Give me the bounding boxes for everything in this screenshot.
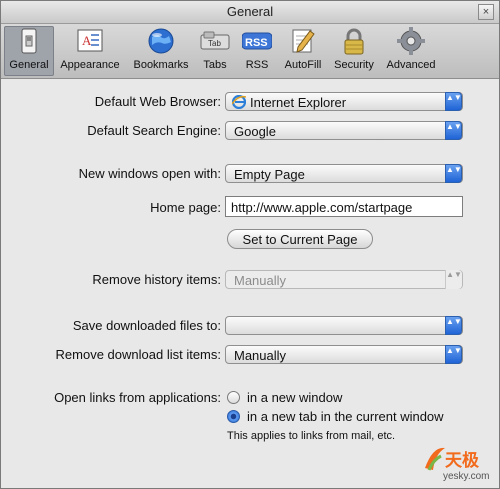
svg-text:RSS: RSS	[245, 37, 268, 49]
default-browser-popup[interactable]: Internet Explorer ▲▼	[225, 92, 463, 111]
popup-arrows-icon: ▲▼	[445, 270, 462, 289]
yesky-watermark: 天极 yesky.com	[419, 438, 493, 482]
gear-icon	[396, 27, 426, 55]
search-engine-value: Google	[234, 124, 276, 139]
title-bar: General ×	[1, 1, 499, 24]
remove-history-value: Manually	[234, 273, 287, 288]
open-links-label: Open links from applications:	[54, 390, 221, 405]
svg-text:Tab: Tab	[208, 39, 221, 48]
radio-new-window[interactable]	[227, 391, 240, 404]
tab-rss[interactable]: RSS RSS	[239, 27, 275, 71]
tab-bookmarks-label: Bookmarks	[133, 59, 189, 71]
ie-icon	[231, 94, 247, 110]
tab-rss-label: RSS	[245, 59, 269, 71]
new-windows-label: New windows open with:	[78, 166, 221, 181]
remove-history-label: Remove history items:	[92, 272, 221, 287]
popup-arrows-icon: ▲▼	[445, 316, 462, 335]
preferences-window: General × General A Appearance Bookmarks…	[0, 0, 500, 489]
close-button[interactable]: ×	[478, 4, 494, 20]
tab-security[interactable]: Security	[332, 27, 376, 71]
search-engine-popup[interactable]: Google ▲▼	[225, 121, 463, 140]
tab-general-label: General	[9, 59, 49, 71]
tab-autofill-label: AutoFill	[284, 59, 322, 71]
tab-autofill[interactable]: AutoFill	[280, 27, 326, 71]
open-links-note: This applies to links from mail, etc.	[227, 430, 396, 442]
set-current-page-button[interactable]: Set to Current Page	[227, 229, 373, 249]
popup-arrows-icon: ▲▼	[445, 164, 462, 183]
default-browser-value: Internet Explorer	[250, 95, 347, 110]
popup-arrows-icon: ▲▼	[445, 121, 462, 140]
tab-tabs-label: Tabs	[203, 59, 227, 71]
search-engine-label: Default Search Engine:	[87, 123, 221, 138]
tab-tabs[interactable]: Tab Tabs	[197, 27, 233, 71]
svg-text:天极: 天极	[445, 451, 479, 471]
remove-download-list-value: Manually	[234, 348, 287, 363]
radio-new-tab-label[interactable]: in a new tab in the current window	[247, 409, 444, 424]
save-downloads-popup[interactable]: ▲▼	[225, 316, 463, 335]
save-downloads-label: Save downloaded files to:	[72, 318, 221, 333]
rss-icon: RSS	[241, 27, 273, 55]
tab-security-label: Security	[334, 59, 374, 71]
home-page-field[interactable]: http://www.apple.com/startpage	[225, 196, 463, 217]
lock-icon	[339, 27, 369, 55]
tab-appearance-label: Appearance	[60, 59, 120, 71]
appearance-icon: A	[75, 27, 105, 55]
new-windows-popup[interactable]: Empty Page ▲▼	[225, 164, 463, 183]
remove-download-list-label: Remove download list items:	[55, 347, 221, 362]
remove-history-popup: Manually ▲▼	[225, 270, 463, 289]
yesky-logo-icon: 天极 yesky.com	[425, 447, 490, 482]
tab-bookmarks[interactable]: Bookmarks	[129, 27, 193, 71]
popup-arrows-icon: ▲▼	[445, 345, 462, 364]
tab-advanced[interactable]: Advanced	[383, 27, 439, 71]
svg-text:A: A	[82, 33, 92, 48]
tab-advanced-label: Advanced	[386, 59, 436, 71]
pencil-icon	[288, 27, 318, 55]
general-pane: Default Web Browser: Internet Explorer ▲…	[1, 79, 499, 488]
window-title: General	[226, 4, 274, 19]
remove-download-list-popup[interactable]: Manually ▲▼	[225, 345, 463, 364]
switch-icon	[14, 27, 44, 55]
default-browser-label: Default Web Browser:	[94, 94, 221, 109]
preferences-toolbar: General A Appearance Bookmarks Tab Tabs …	[1, 24, 499, 79]
svg-text:yesky.com: yesky.com	[443, 471, 490, 482]
tabs-icon: Tab	[200, 27, 230, 55]
radio-new-tab[interactable]	[227, 410, 240, 423]
new-windows-value: Empty Page	[234, 167, 305, 182]
home-page-label: Home page:	[150, 200, 221, 215]
tab-general[interactable]: General	[4, 26, 54, 76]
tab-appearance[interactable]: A Appearance	[57, 27, 123, 71]
popup-arrows-icon: ▲▼	[445, 92, 462, 111]
globe-icon	[146, 27, 176, 55]
radio-new-window-label[interactable]: in a new window	[247, 390, 342, 405]
